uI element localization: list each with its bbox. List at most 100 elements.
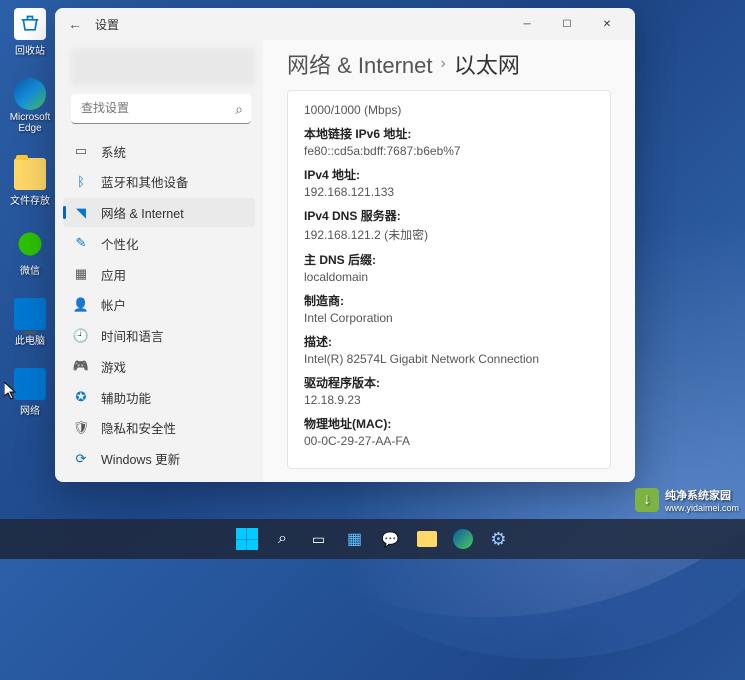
task-view-icon: ▭ xyxy=(312,531,325,548)
breadcrumb-current: 以太网 xyxy=(454,48,520,80)
desktop-icon-label: 微信 xyxy=(6,262,54,277)
chevron-right-icon: › xyxy=(441,55,446,73)
search-input[interactable] xyxy=(71,94,251,124)
ipv6-value: fe80::cd5a:bdff:7687:b6eb%7 xyxy=(304,144,594,158)
sidebar-item-label: 应用 xyxy=(101,265,126,284)
sidebar-item-privacy[interactable]: 🛡 隐私和安全性 xyxy=(63,413,255,442)
description-label: 描述: xyxy=(304,333,594,350)
gear-icon: ⚙ xyxy=(490,529,506,550)
help-link-label: 获取帮助 xyxy=(316,481,366,482)
maximize-button[interactable]: ☐ xyxy=(547,10,587,38)
edge-button[interactable] xyxy=(447,523,479,555)
sidebar-item-accounts[interactable]: 👤 帐户 xyxy=(63,290,255,319)
ipv4-value: 192.168.121.133 xyxy=(304,185,594,199)
apps-icon: ▦ xyxy=(73,266,89,282)
window-title: 设置 xyxy=(95,16,119,33)
system-icon: ▭ xyxy=(73,143,89,159)
back-button[interactable]: ← xyxy=(63,12,87,36)
minimize-button[interactable]: ─ xyxy=(507,10,547,38)
taskbar-search-button[interactable]: ⌕ xyxy=(267,523,299,555)
taskbar: ⌕ ▭ ▦ 💬 ⚙ xyxy=(0,519,745,559)
search-icon: ⌕ xyxy=(278,530,287,548)
folder-icon xyxy=(417,531,437,547)
manufacturer-value: Intel Corporation xyxy=(304,311,594,325)
desktop-icon-edge[interactable]: Microsoft Edge xyxy=(6,78,54,134)
settings-button[interactable]: ⚙ xyxy=(483,523,515,555)
mac-address-label: 物理地址(MAC): xyxy=(304,415,594,432)
sidebar-item-network[interactable]: ◥网络 & Internet xyxy=(63,198,255,227)
settings-window: ← 设置 ─ ☐ ✕ ⌕ ▭系统 ᛒ蓝牙和其他设备 ◥网络 & Internet… xyxy=(55,8,635,482)
desktop-icon-network[interactable]: 网络 xyxy=(6,368,54,417)
desktop-icon-folder[interactable]: 文件存放 xyxy=(6,158,54,207)
chat-icon: 💬 xyxy=(382,531,399,548)
manufacturer-label: 制造商: xyxy=(304,292,594,309)
update-icon: ⟳ xyxy=(73,451,89,467)
start-button[interactable] xyxy=(231,523,263,555)
task-view-button[interactable]: ▭ xyxy=(303,523,335,555)
sidebar-item-gaming[interactable]: 🎮 游戏 xyxy=(63,352,255,381)
ethernet-details-card: 1000/1000 (Mbps) 本地链接 IPv6 地址:fe80::cd5a… xyxy=(287,90,611,469)
watermark-logo-icon: ↓ xyxy=(635,488,659,512)
dns-suffix-value: localdomain xyxy=(304,270,594,284)
desktop-icon-label: 网络 xyxy=(6,402,54,417)
link-speed-value: 1000/1000 (Mbps) xyxy=(304,103,594,117)
sidebar-item-personalization[interactable]: ✎ 个性化 xyxy=(63,229,255,258)
driver-version-label: 驱动程序版本: xyxy=(304,374,594,391)
desktop-icon-wechat[interactable]: 微信 xyxy=(6,228,54,277)
person-icon: 👤 xyxy=(73,297,89,313)
sidebar-item-label: 系统 xyxy=(101,142,126,161)
dns-label: IPv4 DNS 服务器: xyxy=(304,207,594,224)
wifi-icon: ◥ xyxy=(73,205,89,221)
accessibility-icon: ✪ xyxy=(73,389,89,405)
sidebar-item-label: 时间和语言 xyxy=(101,326,164,345)
ipv6-label: 本地链接 IPv6 地址: xyxy=(304,125,594,142)
file-explorer-button[interactable] xyxy=(411,523,443,555)
titlebar: ← 设置 ─ ☐ ✕ xyxy=(55,8,635,40)
sidebar-item-windows-update[interactable]: ⟳ Windows 更新 xyxy=(63,444,255,473)
get-help-link[interactable]: 👤 获取帮助 xyxy=(287,481,611,482)
ipv4-label: IPv4 地址: xyxy=(304,166,594,183)
monitor-icon xyxy=(14,298,46,330)
wechat-icon xyxy=(14,228,46,260)
breadcrumb-parent[interactable]: 网络 & Internet xyxy=(287,48,433,80)
brush-icon: ✎ xyxy=(73,235,89,251)
sidebar-item-bluetooth[interactable]: ᛒ 蓝牙和其他设备 xyxy=(63,167,255,196)
sidebar-item-system[interactable]: ▭ 系统 xyxy=(63,137,255,166)
shield-icon: 🛡 xyxy=(73,420,89,436)
dns-value: 192.168.121.2 (未加密) xyxy=(304,226,594,243)
mac-address-value: 00-0C-29-27-AA-FA xyxy=(304,434,594,448)
sidebar-item-label: 个性化 xyxy=(101,234,139,253)
widgets-button[interactable]: ▦ xyxy=(339,523,371,555)
sidebar-item-time-language[interactable]: 🕘时间和语言 xyxy=(63,321,255,350)
gamepad-icon: 🎮 xyxy=(73,358,89,374)
sidebar-item-accessibility[interactable]: ✪ 辅助功能 xyxy=(63,383,255,412)
sidebar: ⌕ ▭ 系统 ᛒ 蓝牙和其他设备 ◥网络 & Internet ✎ 个性化 ▦ 应用 👤… xyxy=(55,40,263,482)
close-button[interactable]: ✕ xyxy=(587,10,627,38)
sidebar-item-label: 游戏 xyxy=(101,357,126,376)
desktop-icon-this-pc[interactable]: 此电脑 xyxy=(6,298,54,347)
desktop-icon-label: 回收站 xyxy=(6,42,54,57)
desktop-icon-label: 此电脑 xyxy=(6,332,54,347)
search-icon: ⌕ xyxy=(235,101,243,118)
desktop-icon-label: 文件存放 xyxy=(6,192,54,207)
sidebar-item-label: 辅助功能 xyxy=(101,388,151,407)
sidebar-item-label: 蓝牙和其他设备 xyxy=(101,172,189,191)
chat-button[interactable]: 💬 xyxy=(375,523,407,555)
driver-version-value: 12.18.9.23 xyxy=(304,393,594,407)
edge-icon xyxy=(453,529,473,549)
network-icon xyxy=(14,368,46,400)
desktop-icon-recycle-bin[interactable]: 回收站 xyxy=(6,8,54,57)
user-account-area[interactable] xyxy=(71,48,255,86)
sidebar-item-label: Windows 更新 xyxy=(101,449,180,468)
dns-suffix-label: 主 DNS 后缀: xyxy=(304,251,594,268)
watermark-brand: 纯净系统家园 xyxy=(665,487,739,503)
sidebar-item-apps[interactable]: ▦ 应用 xyxy=(63,260,255,289)
desktop-icon-label: Microsoft Edge xyxy=(6,112,54,134)
content-area: 网络 & Internet › 以太网 1000/1000 (Mbps) 本地链… xyxy=(263,40,635,482)
breadcrumb: 网络 & Internet › 以太网 xyxy=(287,48,611,80)
sidebar-item-label: 隐私和安全性 xyxy=(101,418,176,437)
bluetooth-icon: ᛒ xyxy=(73,174,89,190)
recycle-bin-icon xyxy=(14,8,46,40)
edge-icon xyxy=(14,78,46,110)
sidebar-item-label: 帐户 xyxy=(101,295,126,314)
